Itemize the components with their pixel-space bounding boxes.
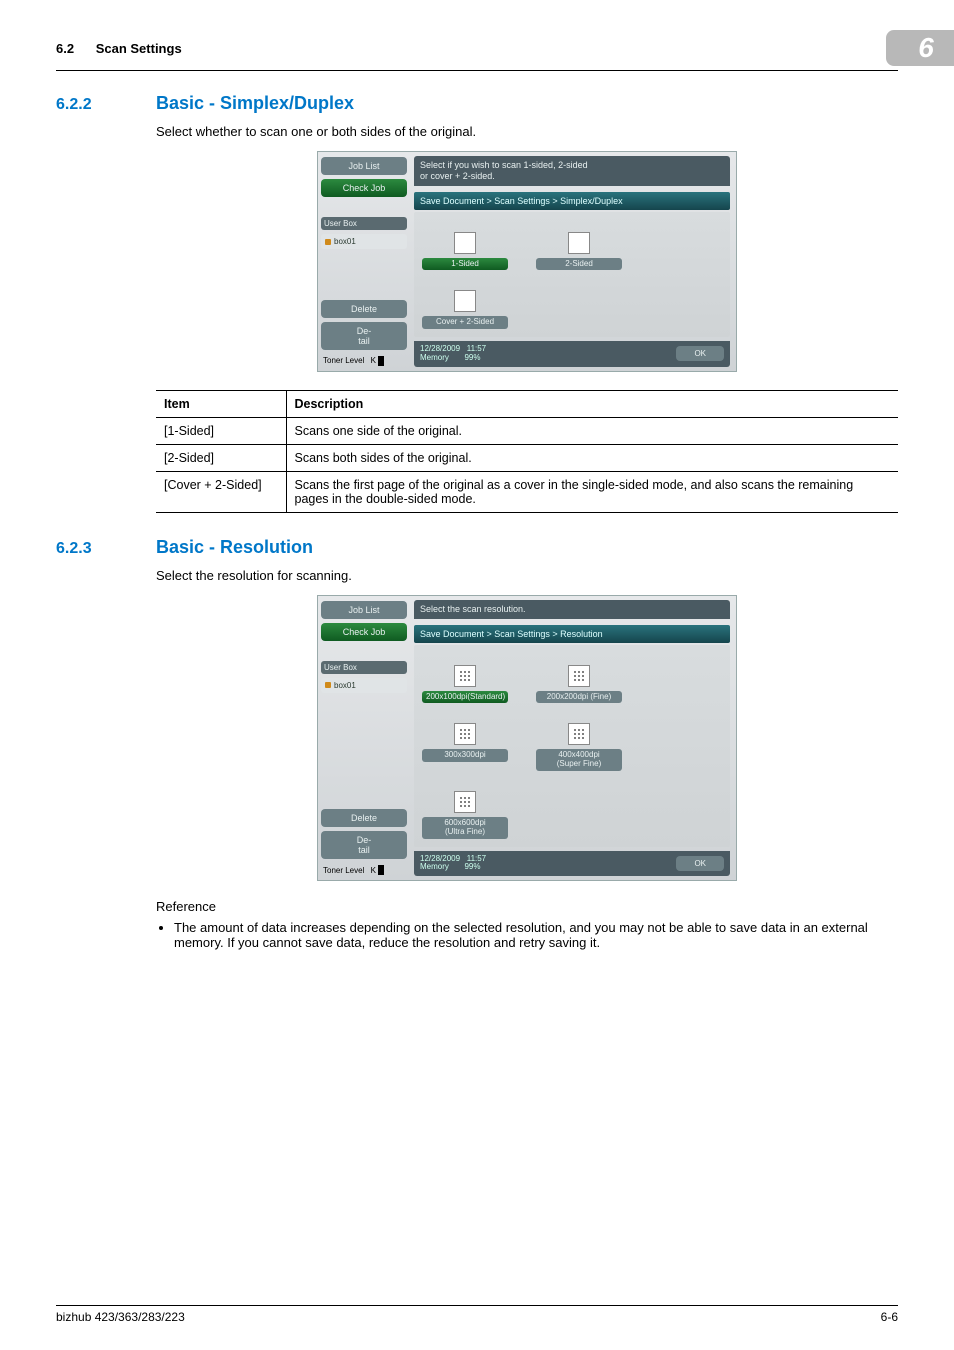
delete-button[interactable]: Delete: [321, 300, 407, 318]
page-icon: [568, 232, 590, 254]
page-header: 6.2 Scan Settings 6: [56, 30, 898, 71]
reference-list: The amount of data increases depending o…: [156, 920, 898, 950]
option-label: 200x100dpi(Standard): [422, 691, 508, 704]
table-cell-item: [1-Sided]: [156, 417, 286, 444]
header-chapter-badge: 6: [886, 30, 954, 66]
option-tile[interactable]: 600x600dpi (Ultra Fine): [422, 791, 508, 839]
option-label: 400x400dpi (Super Fine): [536, 749, 622, 771]
check-job-button[interactable]: Check Job: [321, 179, 407, 197]
datetime-memory: 12/28/2009 11:57 Memory 99%: [420, 855, 486, 873]
option-tile[interactable]: 200x100dpi(Standard): [422, 665, 508, 704]
option-label: 1-Sided: [422, 258, 508, 271]
detail-button[interactable]: De- tail: [321, 831, 407, 859]
section-title: Basic - Simplex/Duplex: [156, 93, 354, 114]
option-label: 2-Sided: [536, 258, 622, 271]
page-icon: [454, 290, 476, 312]
job-list-button[interactable]: Job List: [321, 601, 407, 619]
section-title: Basic - Resolution: [156, 537, 313, 558]
option-tile[interactable]: Cover + 2-Sided: [422, 290, 508, 329]
option-tile[interactable]: 400x400dpi (Super Fine): [536, 723, 622, 771]
user-box-label: User Box: [321, 217, 407, 230]
header-section-title: Scan Settings: [96, 41, 182, 56]
section-intro: Select the resolution for scanning.: [156, 568, 898, 583]
delete-button[interactable]: Delete: [321, 809, 407, 827]
resolution-icon: [454, 791, 476, 813]
option-label: 200x200dpi (Fine): [536, 691, 622, 704]
resolution-icon: [568, 723, 590, 745]
breadcrumb: Save Document > Scan Settings > Simplex/…: [414, 192, 730, 210]
option-area: 200x100dpi(Standard) 200x200dpi (Fine) 300…: [414, 645, 730, 847]
table-row: [1-Sided]Scans one side of the original.: [156, 417, 898, 444]
table-head-item: Item: [156, 390, 286, 417]
breadcrumb: Save Document > Scan Settings > Resoluti…: [414, 625, 730, 643]
screenshot-sidebar: Job List Check Job User Box box01 Delete…: [318, 152, 410, 371]
section-number: 6.2.3: [56, 540, 156, 558]
section-heading-simplex-duplex: 6.2.2 Basic - Simplex/Duplex: [56, 93, 898, 114]
simplex-duplex-table: Item Description [1-Sided]Scans one side…: [156, 390, 898, 513]
table-cell-description: Scans both sides of the original.: [286, 444, 898, 471]
footer-page-number: 6-6: [881, 1310, 898, 1324]
option-area: 1-Sided 2-Sided Cover + 2-Sided: [414, 212, 730, 338]
toner-level: Toner Level K: [321, 354, 407, 366]
table-cell-item: [2-Sided]: [156, 444, 286, 471]
section-heading-resolution: 6.2.3 Basic - Resolution: [56, 537, 898, 558]
header-section-number: 6.2: [56, 41, 74, 56]
option-label: 600x600dpi (Ultra Fine): [422, 817, 508, 839]
page-footer: bizhub 423/363/283/223 6-6: [56, 1305, 898, 1324]
option-tile[interactable]: 200x200dpi (Fine): [536, 665, 622, 704]
toner-level: Toner Level K: [321, 863, 407, 875]
table-row: [2-Sided]Scans both sides of the origina…: [156, 444, 898, 471]
job-list-button[interactable]: Job List: [321, 157, 407, 175]
option-label: 300x300dpi: [422, 749, 508, 762]
resolution-icon: [454, 723, 476, 745]
option-label: Cover + 2-Sided: [422, 316, 508, 329]
ok-button[interactable]: OK: [676, 856, 724, 871]
option-tile[interactable]: 1-Sided: [422, 232, 508, 271]
datetime-memory: 12/28/2009 11:57 Memory 99%: [420, 345, 486, 363]
screenshot-sidebar: Job List Check Job User Box box01 Delete…: [318, 596, 410, 880]
resolution-icon: [454, 665, 476, 687]
device-screenshot-resolution: Job List Check Job User Box box01 Delete…: [317, 595, 737, 881]
table-cell-description: Scans one side of the original.: [286, 417, 898, 444]
table-cell-item: [Cover + 2-Sided]: [156, 471, 286, 512]
section-number: 6.2.2: [56, 96, 156, 114]
table-cell-description: Scans the first page of the original as …: [286, 471, 898, 512]
table-head-description: Description: [286, 390, 898, 417]
hint-text: Select if you wish to scan 1-sided, 2-si…: [414, 156, 730, 186]
device-screenshot-simplex-duplex: Job List Check Job User Box box01 Delete…: [317, 151, 737, 372]
option-tile[interactable]: 2-Sided: [536, 232, 622, 271]
user-box-item[interactable]: box01: [321, 234, 407, 249]
section-intro: Select whether to scan one or both sides…: [156, 124, 898, 139]
option-tile[interactable]: 300x300dpi: [422, 723, 508, 771]
detail-button[interactable]: De- tail: [321, 322, 407, 350]
resolution-icon: [568, 665, 590, 687]
ok-button[interactable]: OK: [676, 346, 724, 361]
user-box-item[interactable]: box01: [321, 678, 407, 693]
user-box-label: User Box: [321, 661, 407, 674]
reference-bullet: The amount of data increases depending o…: [174, 920, 898, 950]
footer-model: bizhub 423/363/283/223: [56, 1310, 185, 1324]
hint-text: Select the scan resolution.: [414, 600, 730, 619]
check-job-button[interactable]: Check Job: [321, 623, 407, 641]
page-icon: [454, 232, 476, 254]
reference-label: Reference: [156, 899, 898, 914]
table-row: [Cover + 2-Sided]Scans the first page of…: [156, 471, 898, 512]
